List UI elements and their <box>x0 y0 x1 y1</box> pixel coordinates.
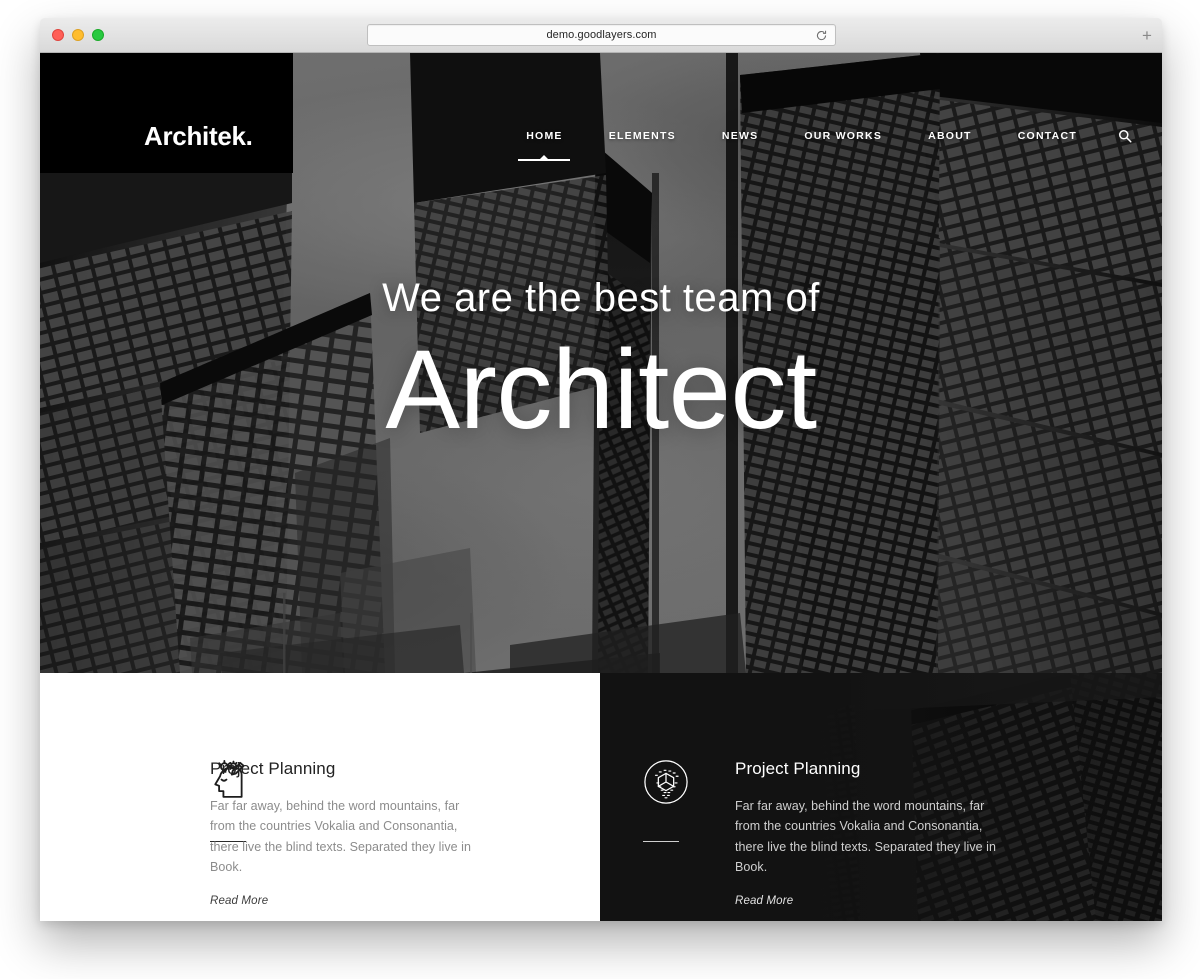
address-bar[interactable]: demo.goodlayers.com <box>367 24 836 46</box>
address-bar-url: demo.goodlayers.com <box>546 29 657 41</box>
feature-title: Project Planning <box>210 759 336 778</box>
nav-item-elements-label: ELEMENTS <box>608 130 676 142</box>
nav-active-indicator <box>518 159 571 161</box>
feature-divider <box>643 841 679 842</box>
nav-item-contact-label: CONTACT <box>1017 130 1077 142</box>
feature-description: Far far away, behind the word mountains,… <box>735 799 996 874</box>
nav-item-news-label: NEWS <box>721 130 759 142</box>
nav-item-contact[interactable]: CONTACT <box>995 130 1100 142</box>
feature-body: Project Planning Far far away, behind th… <box>735 759 1005 921</box>
site-logo-text: Architek. <box>144 121 253 151</box>
reload-icon[interactable] <box>815 29 828 42</box>
feature-icon-column <box>600 759 735 921</box>
hero-section: Architek. HOME ELEMENTS NEWS OUR WORKS A… <box>40 53 1162 673</box>
nav-item-about-label: ABOUT <box>928 130 972 142</box>
minimize-window-button[interactable] <box>72 29 84 41</box>
feature-title: Project Planning <box>735 759 861 778</box>
site-logo-block[interactable]: Architek. <box>40 53 293 173</box>
feature-description: Far far away, behind the word mountains,… <box>210 799 471 874</box>
feature-icon-column <box>40 759 246 921</box>
nav-item-home[interactable]: HOME <box>503 130 586 161</box>
search-icon[interactable] <box>1100 129 1140 143</box>
feature-body: Project Planning Far far away, behind th… <box>210 759 480 921</box>
cube-circle-icon <box>643 759 689 805</box>
new-tab-button[interactable]: + <box>1134 22 1160 48</box>
feature-card-light[interactable]: Project Planning Far far away, behind th… <box>40 673 600 921</box>
hero-title: Architect <box>385 327 817 452</box>
hero-copy: We are the best team of Architect <box>40 275 1162 452</box>
browser-window: demo.goodlayers.com + Architek. HOME ELE… <box>40 18 1162 921</box>
browser-titlebar: demo.goodlayers.com + <box>40 18 1162 53</box>
nav-item-home-label: HOME <box>526 130 563 142</box>
main-navigation: HOME ELEMENTS NEWS OUR WORKS ABOUT CONTA… <box>503 129 1140 161</box>
hero-subtitle: We are the best team of <box>382 276 820 320</box>
read-more-link[interactable]: Read More <box>210 895 268 907</box>
read-more-link[interactable]: Read More <box>735 895 793 907</box>
page-viewport: Architek. HOME ELEMENTS NEWS OUR WORKS A… <box>40 53 1162 921</box>
nav-item-our-works-label: OUR WORKS <box>804 130 883 142</box>
nav-item-news[interactable]: NEWS <box>699 130 782 142</box>
close-window-button[interactable] <box>52 29 64 41</box>
feature-card-dark[interactable]: Project Planning Far far away, behind th… <box>600 673 1162 921</box>
feature-row: Project Planning Far far away, behind th… <box>40 673 1162 921</box>
nav-item-about[interactable]: ABOUT <box>905 130 995 142</box>
window-controls <box>52 29 104 41</box>
nav-item-our-works[interactable]: OUR WORKS <box>781 130 905 142</box>
maximize-window-button[interactable] <box>92 29 104 41</box>
nav-item-elements[interactable]: ELEMENTS <box>586 130 699 142</box>
